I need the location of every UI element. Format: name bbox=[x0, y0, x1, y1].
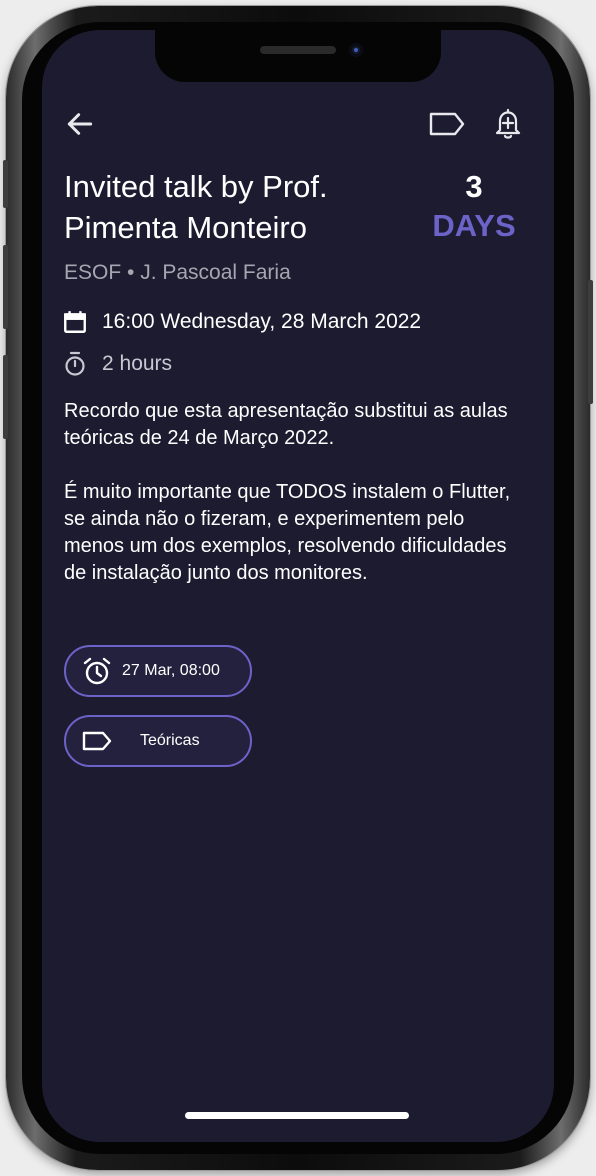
bell-plus-icon bbox=[495, 108, 521, 139]
description-paragraph: Recordo que esta apresentação substitui … bbox=[64, 400, 508, 449]
add-reminder-button[interactable] bbox=[488, 104, 528, 144]
countdown-unit: DAYS bbox=[432, 208, 516, 243]
countdown: 3 DAYS bbox=[422, 168, 526, 246]
label-tag-icon bbox=[429, 112, 465, 136]
alarm-clock-icon bbox=[80, 654, 114, 688]
timer-icon bbox=[62, 351, 88, 377]
arrow-left-icon bbox=[67, 113, 93, 135]
event-subtitle: ESOF • J. Pascoal Faria bbox=[64, 261, 291, 284]
camera-icon bbox=[349, 43, 363, 57]
side-button bbox=[3, 245, 8, 329]
event-date-row: 16:00 Wednesday, 28 March 2022 bbox=[62, 309, 421, 335]
event-description: Recordo que esta apresentação substitui … bbox=[64, 398, 520, 614]
countdown-value: 3 bbox=[465, 169, 483, 204]
app-screen: Invited talk by Prof. Pimenta Monteiro 3… bbox=[42, 30, 554, 1142]
back-button[interactable] bbox=[60, 104, 100, 144]
event-duration-row: 2 hours bbox=[62, 351, 172, 377]
side-button bbox=[588, 280, 593, 404]
notch bbox=[155, 30, 441, 82]
reminder-chip-label: 27 Mar, 08:00 bbox=[122, 662, 220, 679]
home-indicator[interactable] bbox=[185, 1112, 409, 1119]
reminder-chip[interactable]: 27 Mar, 08:00 bbox=[64, 645, 252, 697]
event-duration: 2 hours bbox=[102, 352, 173, 375]
event-title: Invited talk by Prof. Pimenta Monteiro bbox=[64, 169, 328, 245]
description-paragraph: É muito importante que TODOS instalem o … bbox=[64, 481, 511, 584]
calendar-icon bbox=[62, 309, 88, 335]
event-datetime: 16:00 Wednesday, 28 March 2022 bbox=[102, 310, 422, 333]
label-tag-icon bbox=[80, 724, 114, 758]
label-button[interactable] bbox=[424, 104, 470, 144]
label-chip[interactable]: Teóricas bbox=[64, 715, 252, 767]
label-chip-text: Teóricas bbox=[140, 732, 200, 749]
speaker-grille bbox=[260, 46, 336, 54]
side-button bbox=[3, 355, 8, 439]
side-button bbox=[3, 160, 8, 208]
